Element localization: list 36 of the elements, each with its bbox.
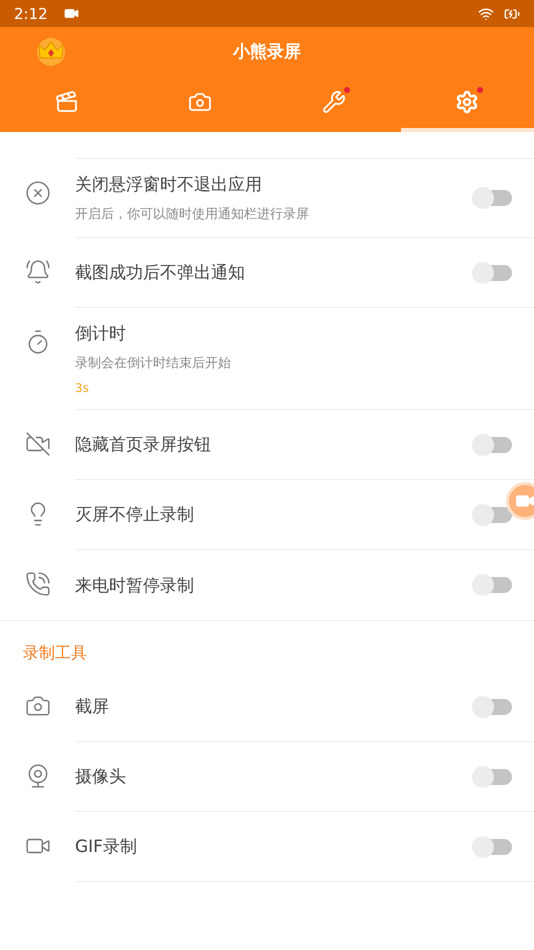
- toggle-switch[interactable]: [472, 577, 512, 593]
- settings-icon: [455, 90, 480, 114]
- video-camera-icon: [64, 6, 79, 21]
- status-time: 2:12: [14, 4, 48, 22]
- phone-icon: [24, 571, 50, 597]
- setting-title: 摄像头: [75, 766, 127, 788]
- toggle-switch[interactable]: [472, 838, 512, 854]
- toggle-switch[interactable]: [472, 436, 512, 452]
- toggle-switch[interactable]: [472, 698, 512, 714]
- toggle-switch[interactable]: [472, 768, 512, 784]
- app-title: 小熊录屏: [233, 40, 301, 62]
- setting-title: 来电时暂停录制: [75, 574, 195, 596]
- notification-dot: [344, 87, 350, 93]
- toggle-switch[interactable]: [472, 506, 512, 522]
- setting-title: GIF录制: [75, 836, 138, 858]
- setting-description: 录制会在倒计时结束后开始: [75, 355, 232, 372]
- toggle-switch[interactable]: [472, 264, 512, 280]
- video-off-icon: [24, 431, 50, 457]
- notification-dot: [477, 87, 484, 93]
- setting-title: 隐藏首页录屏按钮: [75, 434, 212, 456]
- setting-value: 3s: [75, 381, 90, 395]
- section-heading: 录制工具: [23, 643, 87, 662]
- toggle-switch[interactable]: [472, 190, 512, 206]
- bell-icon: [24, 259, 50, 285]
- floating-record-button[interactable]: [506, 482, 534, 520]
- wifi-icon: [478, 6, 494, 22]
- setting-description: 开启后，你可以随时使用通知栏进行录屏: [75, 206, 310, 223]
- crown-icon: [34, 36, 68, 66]
- wrench-icon: [322, 90, 346, 114]
- clapperboard-icon: [54, 90, 79, 114]
- setting-title: 截图成功后不弹出通知: [75, 262, 246, 284]
- setting-title: 关闭悬浮窗时不退出应用: [75, 174, 263, 196]
- setting-title: 截屏: [75, 696, 110, 718]
- close-icon: [24, 180, 50, 206]
- setting-title: 倒计时: [75, 323, 127, 345]
- setting-title: 灭屏不停止录制: [75, 504, 195, 526]
